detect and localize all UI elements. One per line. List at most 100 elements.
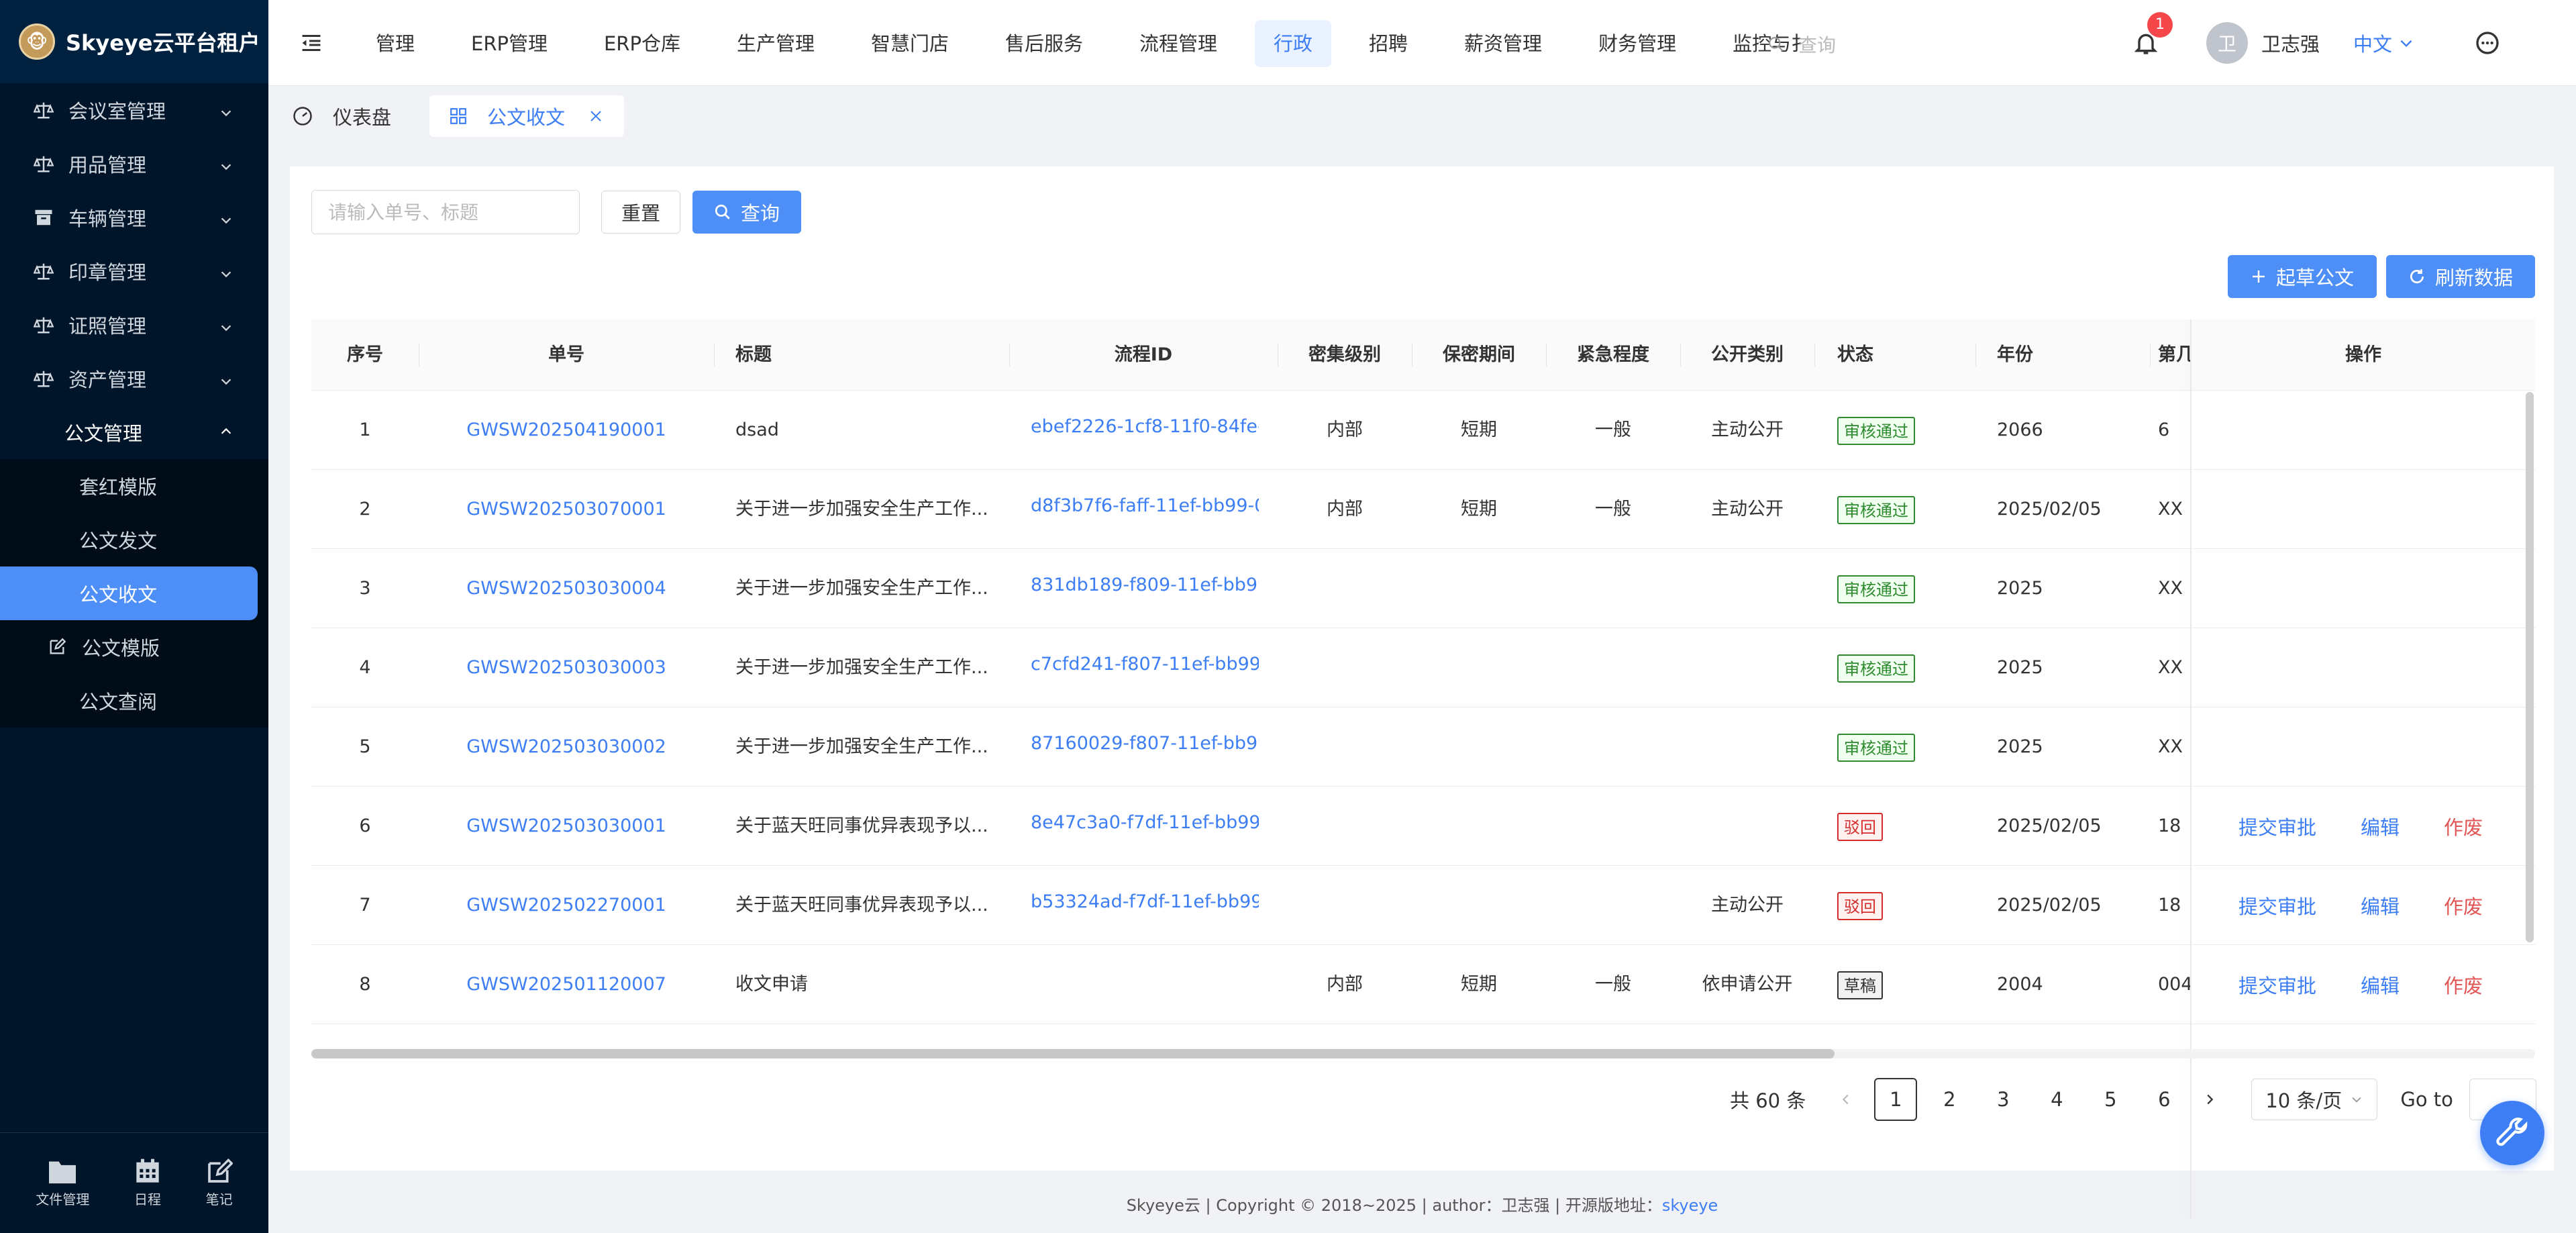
top-nav-item[interactable]: 财务管理 bbox=[1580, 20, 1695, 67]
edit-button[interactable]: 编辑 bbox=[2361, 891, 2400, 920]
close-icon[interactable] bbox=[588, 108, 604, 124]
edit-button[interactable]: 编辑 bbox=[2361, 971, 2400, 999]
page-number[interactable]: 5 bbox=[2089, 1078, 2132, 1121]
top-nav-item[interactable]: 招聘 bbox=[1350, 20, 1427, 67]
cell-flow[interactable]: ebef2226-1cf8-11f0-84fe-0... bbox=[1031, 391, 1259, 470]
page-number[interactable]: 4 bbox=[2035, 1078, 2078, 1121]
search-input[interactable] bbox=[311, 190, 580, 234]
status-badge: 驳回 bbox=[1837, 812, 1883, 841]
horizontal-scrollbar-thumb[interactable] bbox=[311, 1049, 1835, 1058]
cell-no[interactable]: GWSW202503030004 bbox=[419, 549, 714, 628]
chevron-down-icon bbox=[219, 156, 234, 170]
file-manager-button[interactable]: 文件管理 bbox=[36, 1158, 89, 1208]
language-switch[interactable]: 中文 bbox=[2353, 29, 2415, 57]
reset-button[interactable]: 重置 bbox=[601, 191, 680, 234]
notification-button[interactable]: 1 bbox=[2132, 12, 2173, 56]
refresh-icon bbox=[2410, 269, 2424, 284]
sidebar-item[interactable]: 印章管理 bbox=[0, 244, 268, 298]
logo-icon: 🐵 bbox=[19, 23, 55, 60]
row-actions: 提交审批 编辑 作废 bbox=[2238, 866, 2483, 945]
footer-link[interactable]: skyeye bbox=[1662, 1196, 1718, 1215]
next-page-button[interactable] bbox=[2196, 1078, 2223, 1121]
prev-page-button[interactable] bbox=[1833, 1078, 1859, 1121]
submit-approval-button[interactable]: 提交审批 bbox=[2238, 891, 2316, 920]
cell-flow[interactable]: 8e47c3a0-f7df-11ef-bb99-... bbox=[1031, 787, 1259, 866]
nav-search[interactable]: 查询 bbox=[1767, 31, 1836, 58]
notes-button[interactable]: 笔记 bbox=[206, 1158, 233, 1208]
top-nav-item[interactable]: 行政 bbox=[1255, 20, 1332, 67]
sidebar-subitem-label: 公文发文 bbox=[79, 530, 158, 552]
top-nav-item[interactable]: 售后服务 bbox=[986, 20, 1102, 67]
avatar[interactable]: 卫 bbox=[2206, 22, 2248, 64]
cell-flow[interactable] bbox=[1031, 945, 1259, 1024]
page-number[interactable]: 2 bbox=[1928, 1078, 1971, 1121]
sidebar-item[interactable]: 车辆管理 bbox=[0, 191, 268, 244]
header-right: 1 卫 卫志强 中文 bbox=[2132, 0, 2576, 86]
tab-dashboard[interactable]: 仪表盘 bbox=[293, 95, 391, 137]
chevron-down-icon bbox=[2400, 40, 2412, 48]
top-nav-item[interactable]: 流程管理 bbox=[1121, 20, 1236, 67]
cell-no[interactable]: GWSW202504190001 bbox=[419, 391, 714, 470]
page-number[interactable]: 1 bbox=[1874, 1078, 1918, 1121]
sidebar-subitem-label: 公文模版 bbox=[82, 637, 160, 660]
scale-icon bbox=[32, 313, 55, 336]
cell-no[interactable]: GWSW202503070001 bbox=[419, 470, 714, 549]
sidebar-group-document[interactable]: 公文管理 bbox=[0, 405, 268, 459]
sidebar-subitem[interactable]: 套红模版 bbox=[0, 459, 268, 513]
cell-no[interactable]: GWSW202502270001 bbox=[419, 866, 714, 945]
void-button[interactable]: 作废 bbox=[2444, 971, 2483, 999]
page-number[interactable]: 3 bbox=[1981, 1078, 2024, 1121]
query-button[interactable]: 查询 bbox=[692, 191, 801, 234]
page-number[interactable]: 6 bbox=[2143, 1078, 2185, 1121]
submit-approval-button[interactable]: 提交审批 bbox=[2238, 812, 2316, 840]
draft-document-button[interactable]: 起草公文 bbox=[2228, 255, 2377, 298]
query-label: 查询 bbox=[740, 202, 780, 225]
cell-no[interactable]: GWSW202503030003 bbox=[419, 628, 714, 707]
cell-flow[interactable]: 831db189-f809-11ef-bb99-... bbox=[1031, 549, 1259, 628]
cell-secret-period bbox=[1412, 549, 1546, 628]
top-nav-item[interactable]: 智慧门店 bbox=[852, 20, 968, 67]
vertical-scrollbar-thumb[interactable] bbox=[2526, 392, 2534, 942]
sidebar-item[interactable]: 会议室管理 bbox=[0, 83, 268, 137]
page-size-select[interactable]: 10 条/页 bbox=[2251, 1079, 2378, 1120]
void-button[interactable]: 作废 bbox=[2444, 812, 2483, 840]
submit-approval-button[interactable]: 提交审批 bbox=[2238, 971, 2316, 999]
cell-flow[interactable]: 87160029-f807-11ef-bb99-... bbox=[1031, 707, 1259, 787]
menu-fold-icon[interactable] bbox=[299, 31, 323, 55]
sidebar-subitem[interactable]: 公文模版 bbox=[0, 620, 268, 674]
cell-public-type bbox=[1680, 549, 1814, 628]
edit-button[interactable]: 编辑 bbox=[2361, 812, 2400, 840]
sidebar-subitem-label: 套红模版 bbox=[79, 476, 158, 499]
sidebar-submenu: 套红模版公文发文公文收文公文模版公文查阅 bbox=[0, 459, 268, 728]
top-nav-item[interactable]: ERP仓库 bbox=[585, 20, 699, 67]
sidebar-item[interactable]: 资产管理 bbox=[0, 352, 268, 405]
schedule-button[interactable]: 日程 bbox=[134, 1158, 161, 1208]
cell-urgency bbox=[1546, 549, 1680, 628]
tool-fab-button[interactable] bbox=[2480, 1101, 2544, 1165]
sidebar-item[interactable]: 用品管理 bbox=[0, 137, 268, 191]
cell-no[interactable]: GWSW202503030002 bbox=[419, 707, 714, 787]
cell-no[interactable]: GWSW202503030001 bbox=[419, 787, 714, 866]
top-nav-item[interactable]: 薪资管理 bbox=[1445, 20, 1561, 67]
cell-flow[interactable]: b53324ad-f7df-11ef-bb99-... bbox=[1031, 866, 1259, 945]
top-nav-item[interactable]: ERP管理 bbox=[452, 20, 566, 67]
message-icon[interactable] bbox=[2474, 30, 2501, 56]
tab-document-receive[interactable]: 公文收文 bbox=[429, 95, 625, 137]
sidebar-subitem[interactable]: 公文查阅 bbox=[0, 674, 268, 728]
sidebar-subitem[interactable]: 公文收文 bbox=[0, 566, 258, 620]
refresh-data-button[interactable]: 刷新数据 bbox=[2386, 255, 2535, 298]
top-nav-item[interactable]: 管理 bbox=[369, 20, 433, 67]
sidebar-subitem[interactable]: 公文发文 bbox=[0, 513, 268, 566]
sidebar-item-label: 会议室管理 bbox=[68, 100, 166, 123]
sidebar-item[interactable]: 证照管理 bbox=[0, 298, 268, 352]
top-nav-item[interactable]: 生产管理 bbox=[718, 20, 833, 67]
void-button[interactable]: 作废 bbox=[2444, 891, 2483, 920]
user-name[interactable]: 卫志强 bbox=[2261, 29, 2320, 57]
cell-flow[interactable]: d8f3b7f6-faff-11ef-bb99-0... bbox=[1031, 470, 1259, 549]
horizontal-scrollbar[interactable] bbox=[311, 1049, 2535, 1058]
cell-secret-level bbox=[1278, 549, 1412, 628]
cell-flow[interactable]: c7cfd241-f807-11ef-bb99-... bbox=[1031, 628, 1259, 707]
status-badge: 草稿 bbox=[1837, 971, 1883, 999]
logo-row[interactable]: 🐵 Skyeye云平台租户 bbox=[0, 0, 268, 83]
cell-no[interactable]: GWSW202501120007 bbox=[419, 945, 714, 1024]
